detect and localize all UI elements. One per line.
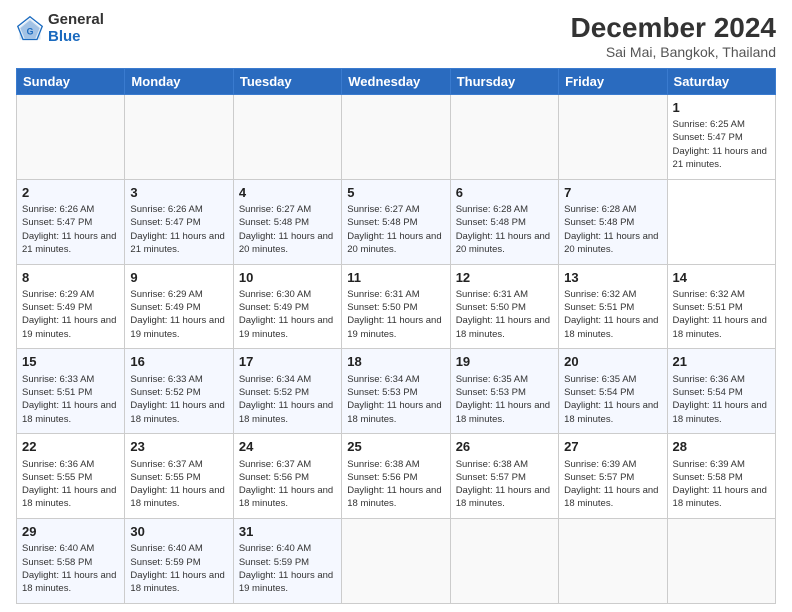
day-number: 23: [130, 438, 227, 456]
day-number: 1: [673, 99, 770, 117]
calendar-day-28: 28Sunrise: 6:39 AMSunset: 5:58 PMDayligh…: [667, 434, 775, 519]
logo-icon: G: [16, 15, 44, 43]
empty-cell: [342, 519, 450, 604]
day-number: 6: [456, 184, 553, 202]
calendar-day-18: 18Sunrise: 6:34 AMSunset: 5:53 PMDayligh…: [342, 349, 450, 434]
calendar-header-wednesday: Wednesday: [342, 69, 450, 95]
day-number: 4: [239, 184, 336, 202]
calendar-day-31: 31Sunrise: 6:40 AMSunset: 5:59 PMDayligh…: [233, 519, 341, 604]
day-number: 13: [564, 269, 661, 287]
calendar-day-27: 27Sunrise: 6:39 AMSunset: 5:57 PMDayligh…: [559, 434, 667, 519]
day-number: 5: [347, 184, 444, 202]
day-number: 20: [564, 353, 661, 371]
day-number: 3: [130, 184, 227, 202]
logo-text: General Blue: [48, 12, 104, 45]
calendar-day-8: 8Sunrise: 6:29 AMSunset: 5:49 PMDaylight…: [17, 264, 125, 349]
day-number: 14: [673, 269, 770, 287]
calendar-day-17: 17Sunrise: 6:34 AMSunset: 5:52 PMDayligh…: [233, 349, 341, 434]
empty-cell: [559, 519, 667, 604]
calendar-day-10: 10Sunrise: 6:30 AMSunset: 5:49 PMDayligh…: [233, 264, 341, 349]
calendar-day-13: 13Sunrise: 6:32 AMSunset: 5:51 PMDayligh…: [559, 264, 667, 349]
calendar-header-thursday: Thursday: [450, 69, 558, 95]
calendar-day-21: 21Sunrise: 6:36 AMSunset: 5:54 PMDayligh…: [667, 349, 775, 434]
calendar-day-11: 11Sunrise: 6:31 AMSunset: 5:50 PMDayligh…: [342, 264, 450, 349]
calendar-week-4: 15Sunrise: 6:33 AMSunset: 5:51 PMDayligh…: [17, 349, 776, 434]
day-number: 11: [347, 269, 444, 287]
calendar-day-20: 20Sunrise: 6:35 AMSunset: 5:54 PMDayligh…: [559, 349, 667, 434]
calendar-week-3: 8Sunrise: 6:29 AMSunset: 5:49 PMDaylight…: [17, 264, 776, 349]
calendar-subtitle: Sai Mai, Bangkok, Thailand: [571, 44, 776, 60]
day-number: 19: [456, 353, 553, 371]
calendar-day-14: 14Sunrise: 6:32 AMSunset: 5:51 PMDayligh…: [667, 264, 775, 349]
calendar-day-30: 30Sunrise: 6:40 AMSunset: 5:59 PMDayligh…: [125, 519, 233, 604]
day-number: 26: [456, 438, 553, 456]
calendar-day-2: 2Sunrise: 6:26 AMSunset: 5:47 PMDaylight…: [17, 179, 125, 264]
empty-cell: [450, 95, 558, 180]
day-number: 9: [130, 269, 227, 287]
calendar-header-row: SundayMondayTuesdayWednesdayThursdayFrid…: [17, 69, 776, 95]
day-number: 21: [673, 353, 770, 371]
calendar-header-sunday: Sunday: [17, 69, 125, 95]
calendar-week-2: 2Sunrise: 6:26 AMSunset: 5:47 PMDaylight…: [17, 179, 776, 264]
empty-cell: [17, 95, 125, 180]
calendar-day-23: 23Sunrise: 6:37 AMSunset: 5:55 PMDayligh…: [125, 434, 233, 519]
calendar-week-5: 22Sunrise: 6:36 AMSunset: 5:55 PMDayligh…: [17, 434, 776, 519]
empty-cell: [233, 95, 341, 180]
day-number: 29: [22, 523, 119, 541]
empty-cell: [125, 95, 233, 180]
calendar-day-22: 22Sunrise: 6:36 AMSunset: 5:55 PMDayligh…: [17, 434, 125, 519]
calendar-header-saturday: Saturday: [667, 69, 775, 95]
day-number: 15: [22, 353, 119, 371]
day-number: 31: [239, 523, 336, 541]
logo: G General Blue: [16, 12, 104, 45]
day-number: 18: [347, 353, 444, 371]
calendar-day-25: 25Sunrise: 6:38 AMSunset: 5:56 PMDayligh…: [342, 434, 450, 519]
empty-cell: [667, 519, 775, 604]
calendar-day-29: 29Sunrise: 6:40 AMSunset: 5:58 PMDayligh…: [17, 519, 125, 604]
calendar-day-19: 19Sunrise: 6:35 AMSunset: 5:53 PMDayligh…: [450, 349, 558, 434]
calendar-week-6: 29Sunrise: 6:40 AMSunset: 5:58 PMDayligh…: [17, 519, 776, 604]
day-number: 8: [22, 269, 119, 287]
calendar-day-26: 26Sunrise: 6:38 AMSunset: 5:57 PMDayligh…: [450, 434, 558, 519]
day-number: 25: [347, 438, 444, 456]
page-header: G General Blue December 2024 Sai Mai, Ba…: [16, 12, 776, 60]
calendar-day-5: 5Sunrise: 6:27 AMSunset: 5:48 PMDaylight…: [342, 179, 450, 264]
calendar-day-15: 15Sunrise: 6:33 AMSunset: 5:51 PMDayligh…: [17, 349, 125, 434]
calendar-table: SundayMondayTuesdayWednesdayThursdayFrid…: [16, 68, 776, 604]
logo-general: General: [48, 12, 104, 29]
calendar-day-16: 16Sunrise: 6:33 AMSunset: 5:52 PMDayligh…: [125, 349, 233, 434]
calendar-header-monday: Monday: [125, 69, 233, 95]
calendar-day-4: 4Sunrise: 6:27 AMSunset: 5:48 PMDaylight…: [233, 179, 341, 264]
calendar-title: December 2024: [571, 12, 776, 44]
day-number: 16: [130, 353, 227, 371]
day-number: 7: [564, 184, 661, 202]
svg-text:G: G: [27, 26, 34, 36]
empty-cell: [450, 519, 558, 604]
calendar-day-1: 1Sunrise: 6:25 AMSunset: 5:47 PMDaylight…: [667, 95, 775, 180]
day-number: 24: [239, 438, 336, 456]
calendar-day-3: 3Sunrise: 6:26 AMSunset: 5:47 PMDaylight…: [125, 179, 233, 264]
day-number: 17: [239, 353, 336, 371]
day-number: 27: [564, 438, 661, 456]
calendar-week-1: 1Sunrise: 6:25 AMSunset: 5:47 PMDaylight…: [17, 95, 776, 180]
day-number: 12: [456, 269, 553, 287]
title-section: December 2024 Sai Mai, Bangkok, Thailand: [571, 12, 776, 60]
empty-cell: [559, 95, 667, 180]
calendar-day-6: 6Sunrise: 6:28 AMSunset: 5:48 PMDaylight…: [450, 179, 558, 264]
empty-cell: [342, 95, 450, 180]
calendar-day-9: 9Sunrise: 6:29 AMSunset: 5:49 PMDaylight…: [125, 264, 233, 349]
day-number: 2: [22, 184, 119, 202]
calendar-day-12: 12Sunrise: 6:31 AMSunset: 5:50 PMDayligh…: [450, 264, 558, 349]
calendar-header-friday: Friday: [559, 69, 667, 95]
day-number: 30: [130, 523, 227, 541]
day-number: 22: [22, 438, 119, 456]
calendar-day-24: 24Sunrise: 6:37 AMSunset: 5:56 PMDayligh…: [233, 434, 341, 519]
calendar-day-7: 7Sunrise: 6:28 AMSunset: 5:48 PMDaylight…: [559, 179, 667, 264]
calendar-header-tuesday: Tuesday: [233, 69, 341, 95]
day-number: 28: [673, 438, 770, 456]
page-container: G General Blue December 2024 Sai Mai, Ba…: [0, 0, 792, 612]
logo-blue: Blue: [48, 29, 104, 46]
day-number: 10: [239, 269, 336, 287]
